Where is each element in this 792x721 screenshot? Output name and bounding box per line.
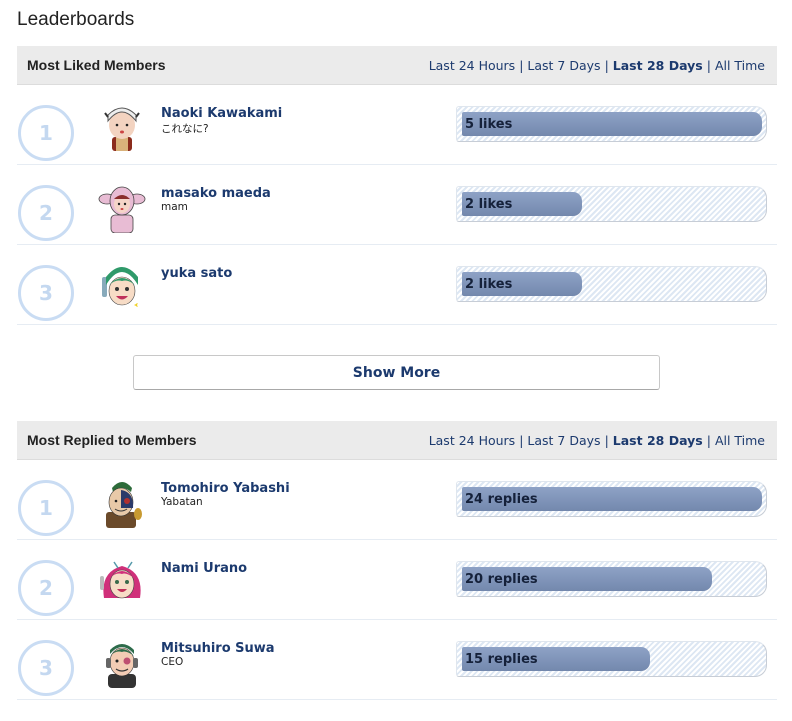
separator: | <box>604 432 609 448</box>
score-label: 2 likes <box>465 197 513 212</box>
score-label: 20 replies <box>465 572 538 587</box>
most-liked-section: Most Liked Members Last 24 Hours | Last 7 … <box>17 46 777 325</box>
separator: | <box>519 432 524 448</box>
score-label: 15 replies <box>465 652 538 667</box>
score-bar-track: 2 likes <box>456 266 767 302</box>
section-title: Most Replied to Members <box>27 432 197 448</box>
filter-last-7-days[interactable]: Last 7 Days <box>527 433 600 448</box>
score-bar-track: 5 likes <box>456 106 767 142</box>
leaderboard-row: 2 Nami Urano 20 replies <box>17 540 777 620</box>
member-name-link[interactable]: Nami Urano <box>161 561 247 576</box>
leaderboard-list: 1 Tomohiro Yabashi Yabatan 24 replies 2 Nami … <box>17 460 777 700</box>
rank-badge: 2 <box>18 560 74 616</box>
avatar-pink-bunny[interactable] <box>98 183 146 233</box>
score-label: 2 likes <box>465 277 513 292</box>
leaderboard-row: 3 Mitsuhiro Suwa CEO 15 replies <box>17 620 777 700</box>
page-title: Leaderboards <box>17 9 135 30</box>
score-bar-track: 15 replies <box>456 641 767 677</box>
leaderboard-row: 2 masako maeda mam 2 likes <box>17 165 777 245</box>
score-bar-track: 2 likes <box>456 186 767 222</box>
score-label: 24 replies <box>465 492 538 507</box>
leaderboard-row: 3 yuka sato 2 likes <box>17 245 777 325</box>
avatar-eyepatch[interactable] <box>98 478 146 528</box>
member-name-link[interactable]: yuka sato <box>161 266 232 281</box>
separator: | <box>604 57 609 73</box>
time-filter: Last 24 Hours | Last 7 Days | Last 28 Days | A… <box>429 58 765 73</box>
rank-badge: 1 <box>18 105 74 161</box>
separator: | <box>519 57 524 73</box>
filter-last-24-hours[interactable]: Last 24 Hours <box>429 433 516 448</box>
score-bar-track: 20 replies <box>456 561 767 597</box>
most-replied-section: Most Replied to Members Last 24 Hours | La… <box>17 421 777 700</box>
rank-badge: 1 <box>18 480 74 536</box>
avatar-pink-hair[interactable] <box>98 558 146 608</box>
filter-last-28-days[interactable]: Last 28 Days <box>613 433 703 448</box>
filter-all-time[interactable]: All Time <box>715 58 765 73</box>
filter-all-time[interactable]: All Time <box>715 433 765 448</box>
filter-last-7-days[interactable]: Last 7 Days <box>527 58 600 73</box>
score-bar-track: 24 replies <box>456 481 767 517</box>
leaderboard-row: 1 Naoki Kawakami これなに? 5 likes <box>17 85 777 165</box>
time-filter: Last 24 Hours | Last 7 Days | Last 28 Days | A… <box>429 433 765 448</box>
separator: | <box>706 57 711 73</box>
rank-badge: 3 <box>18 640 74 696</box>
filter-last-28-days[interactable]: Last 28 Days <box>613 58 703 73</box>
leaderboard-list: 1 Naoki Kawakami これなに? 5 likes 2 masako maeda… <box>17 85 777 325</box>
section-header: Most Replied to Members Last 24 Hours | La… <box>17 421 777 460</box>
avatar-headphones[interactable] <box>98 638 146 688</box>
member-subtitle: これなに? <box>161 123 209 135</box>
avatar-green-hair[interactable] <box>98 263 146 313</box>
member-subtitle: CEO <box>161 656 184 668</box>
leaderboard-row: 1 Tomohiro Yabashi Yabatan 24 replies <box>17 460 777 540</box>
member-subtitle: Yabatan <box>161 496 203 508</box>
member-name-link[interactable]: Tomohiro Yabashi <box>161 481 290 496</box>
separator: | <box>706 432 711 448</box>
show-more-button[interactable]: Show More <box>133 355 660 390</box>
section-title: Most Liked Members <box>27 57 166 73</box>
avatar-white-hood[interactable] <box>98 103 146 153</box>
section-header: Most Liked Members Last 24 Hours | Last 7 … <box>17 46 777 85</box>
member-name-link[interactable]: Naoki Kawakami <box>161 106 282 121</box>
filter-last-24-hours[interactable]: Last 24 Hours <box>429 58 516 73</box>
member-name-link[interactable]: Mitsuhiro Suwa <box>161 641 275 656</box>
member-name-link[interactable]: masako maeda <box>161 186 271 201</box>
rank-badge: 2 <box>18 185 74 241</box>
score-label: 5 likes <box>465 117 513 132</box>
rank-badge: 3 <box>18 265 74 321</box>
member-subtitle: mam <box>161 201 188 213</box>
